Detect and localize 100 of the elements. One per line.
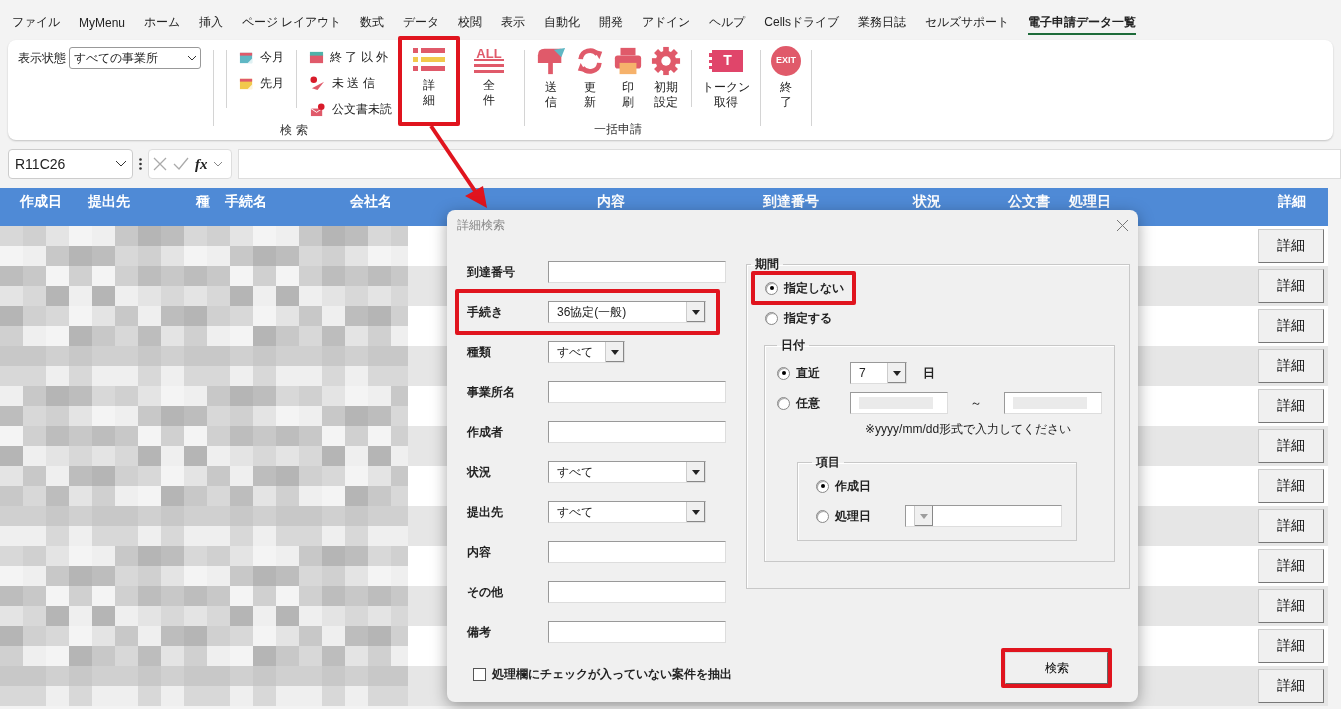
dropdown-arrow-icon xyxy=(920,513,928,519)
exit-icon: EXIT xyxy=(771,46,801,76)
printer-icon xyxy=(613,46,643,76)
insert-function-button[interactable]: fx xyxy=(195,155,208,173)
menu-tab[interactable]: MyMenu xyxy=(79,12,125,34)
ribbon-button[interactable]: T トークン 取得 xyxy=(698,40,754,121)
ribbon-button[interactable]: 先月 xyxy=(239,72,284,94)
check-icon[interactable] xyxy=(173,157,189,171)
dialog-title: 詳細検索 xyxy=(457,216,505,234)
text-field[interactable] xyxy=(548,421,726,443)
dropdown-field[interactable]: すべて xyxy=(548,501,706,523)
menu-tab[interactable]: セルズサポート xyxy=(925,11,1010,35)
format-note: ※yyyy/mm/dd形式で入力してください xyxy=(864,420,1073,438)
group-label: 一括申請 xyxy=(593,122,642,136)
dropdown-arrow-icon xyxy=(692,309,700,315)
menu-tab[interactable]: 校閲 xyxy=(458,11,483,35)
envelope-icon xyxy=(309,101,326,117)
exit-button[interactable]: EXIT 終 了 xyxy=(767,40,805,122)
close-icon[interactable] xyxy=(153,157,167,171)
column-header: 詳細 xyxy=(1277,194,1307,211)
ribbon-button[interactable]: 終 了 以 外 xyxy=(309,46,392,68)
text-field[interactable] xyxy=(548,621,726,643)
field-label: 提出先 xyxy=(467,503,504,521)
ribbon-button[interactable]: 送 信 xyxy=(531,40,571,121)
name-box[interactable]: R11C26 xyxy=(8,149,133,179)
detail-button[interactable]: 詳細 xyxy=(1258,269,1324,303)
dropdown-field[interactable]: 36協定(一般) xyxy=(548,301,706,323)
ribbon-button[interactable]: 今月 xyxy=(239,46,284,68)
menu-tab[interactable]: 挿入 xyxy=(199,11,223,35)
close-icon[interactable] xyxy=(1117,219,1128,231)
menu-tab[interactable]: ページ レイアウト xyxy=(242,11,342,35)
menu-tab[interactable]: ファイル xyxy=(12,11,60,35)
chevron-down-icon xyxy=(188,55,196,61)
field-label: その他 xyxy=(467,583,504,601)
menu-tab[interactable]: アドイン xyxy=(642,11,691,35)
dropdown-field[interactable]: すべて xyxy=(548,461,706,483)
ribbon-button[interactable]: ALL 全 件 xyxy=(470,40,508,108)
group-legend: 日付 xyxy=(777,337,809,354)
date-field[interactable] xyxy=(1004,392,1102,414)
search-button[interactable]: 検索 xyxy=(1005,652,1108,684)
ribbon-button[interactable]: 初期 設定 xyxy=(647,40,685,121)
paper-plane-icon xyxy=(309,75,326,91)
detail-button[interactable]: 詳細 xyxy=(1258,429,1324,463)
detail-button[interactable]: 詳細 xyxy=(1258,309,1324,343)
formula-input[interactable] xyxy=(238,149,1341,179)
radio-label: 処理日 xyxy=(835,507,871,525)
menu-tab[interactable]: 業務日誌 xyxy=(858,11,907,35)
detail-button[interactable]: 詳細 xyxy=(1258,629,1324,663)
menu-tab[interactable]: 開発 xyxy=(599,11,624,35)
radio-button[interactable] xyxy=(777,396,790,410)
group-label: 検 索 xyxy=(280,123,308,137)
detail-button[interactable]: 詳細 xyxy=(1258,349,1324,383)
detail-button[interactable]: 詳細 xyxy=(1258,669,1324,703)
mailbox-icon xyxy=(535,46,567,76)
radio-button[interactable] xyxy=(765,311,778,325)
ribbon-button[interactable]: 更 新 xyxy=(571,40,609,121)
menu-tab[interactable]: ホーム xyxy=(144,11,180,35)
detail-button[interactable]: 詳細 xyxy=(1258,509,1324,543)
menu-tab[interactable]: 電子申請データ一覧 xyxy=(1028,11,1137,35)
detail-button[interactable]: 詳細 xyxy=(1258,389,1324,423)
dropdown-field[interactable] xyxy=(905,505,1062,527)
more-icon[interactable] xyxy=(139,158,142,170)
menu-tab[interactable]: Cellsドライブ xyxy=(764,11,840,35)
dropdown-arrow-icon xyxy=(893,370,901,376)
dropdown-field[interactable]: すべて xyxy=(548,341,625,363)
checkbox[interactable] xyxy=(473,668,486,681)
box-icon xyxy=(309,49,324,65)
refresh-icon xyxy=(575,46,605,76)
display-state-dropdown[interactable]: すべての事業所 xyxy=(69,47,201,69)
detail-button[interactable]: 詳細 xyxy=(1258,469,1324,503)
radio-label: 作成日 xyxy=(835,477,871,495)
column-header: 提出先 xyxy=(87,194,131,211)
text-field[interactable] xyxy=(548,541,726,563)
radio-label: 指定する xyxy=(784,309,832,327)
text-field[interactable] xyxy=(548,581,726,603)
detail-button[interactable]: 詳細 xyxy=(1258,549,1324,583)
detail-button[interactable]: 詳細 xyxy=(1258,229,1324,263)
ribbon-button[interactable]: 公文書未読 xyxy=(309,98,392,120)
display-state-label: 表示状態 xyxy=(18,50,66,67)
radio-button[interactable] xyxy=(816,509,829,523)
menu-tab[interactable]: ヘルプ xyxy=(709,11,746,35)
detail-button[interactable]: 詳細 xyxy=(1258,589,1324,623)
menu-tab[interactable]: 自動化 xyxy=(544,11,581,35)
field-label: 到達番号 xyxy=(467,263,516,281)
menu-tab[interactable]: 表示 xyxy=(501,11,526,35)
radio-button[interactable] xyxy=(765,281,778,295)
ribbon-button[interactable]: 印 刷 xyxy=(609,40,647,121)
menu-tab[interactable]: データ xyxy=(403,11,440,35)
text-field[interactable] xyxy=(548,381,726,403)
field-label: 内容 xyxy=(467,543,492,561)
menu-tab[interactable]: 数式 xyxy=(360,11,385,35)
dropdown-field[interactable]: 7 xyxy=(850,362,907,384)
field-label: 手続き xyxy=(467,303,504,321)
ribbon-button[interactable]: 詳 細 xyxy=(408,40,450,108)
text-field[interactable] xyxy=(548,261,726,283)
column-header: 種 xyxy=(194,194,211,211)
ribbon-button[interactable]: 未 送 信 xyxy=(309,72,392,94)
column-header: 処理日 xyxy=(1068,194,1112,211)
date-field[interactable] xyxy=(850,392,948,414)
column-header: 状況 xyxy=(911,194,942,211)
